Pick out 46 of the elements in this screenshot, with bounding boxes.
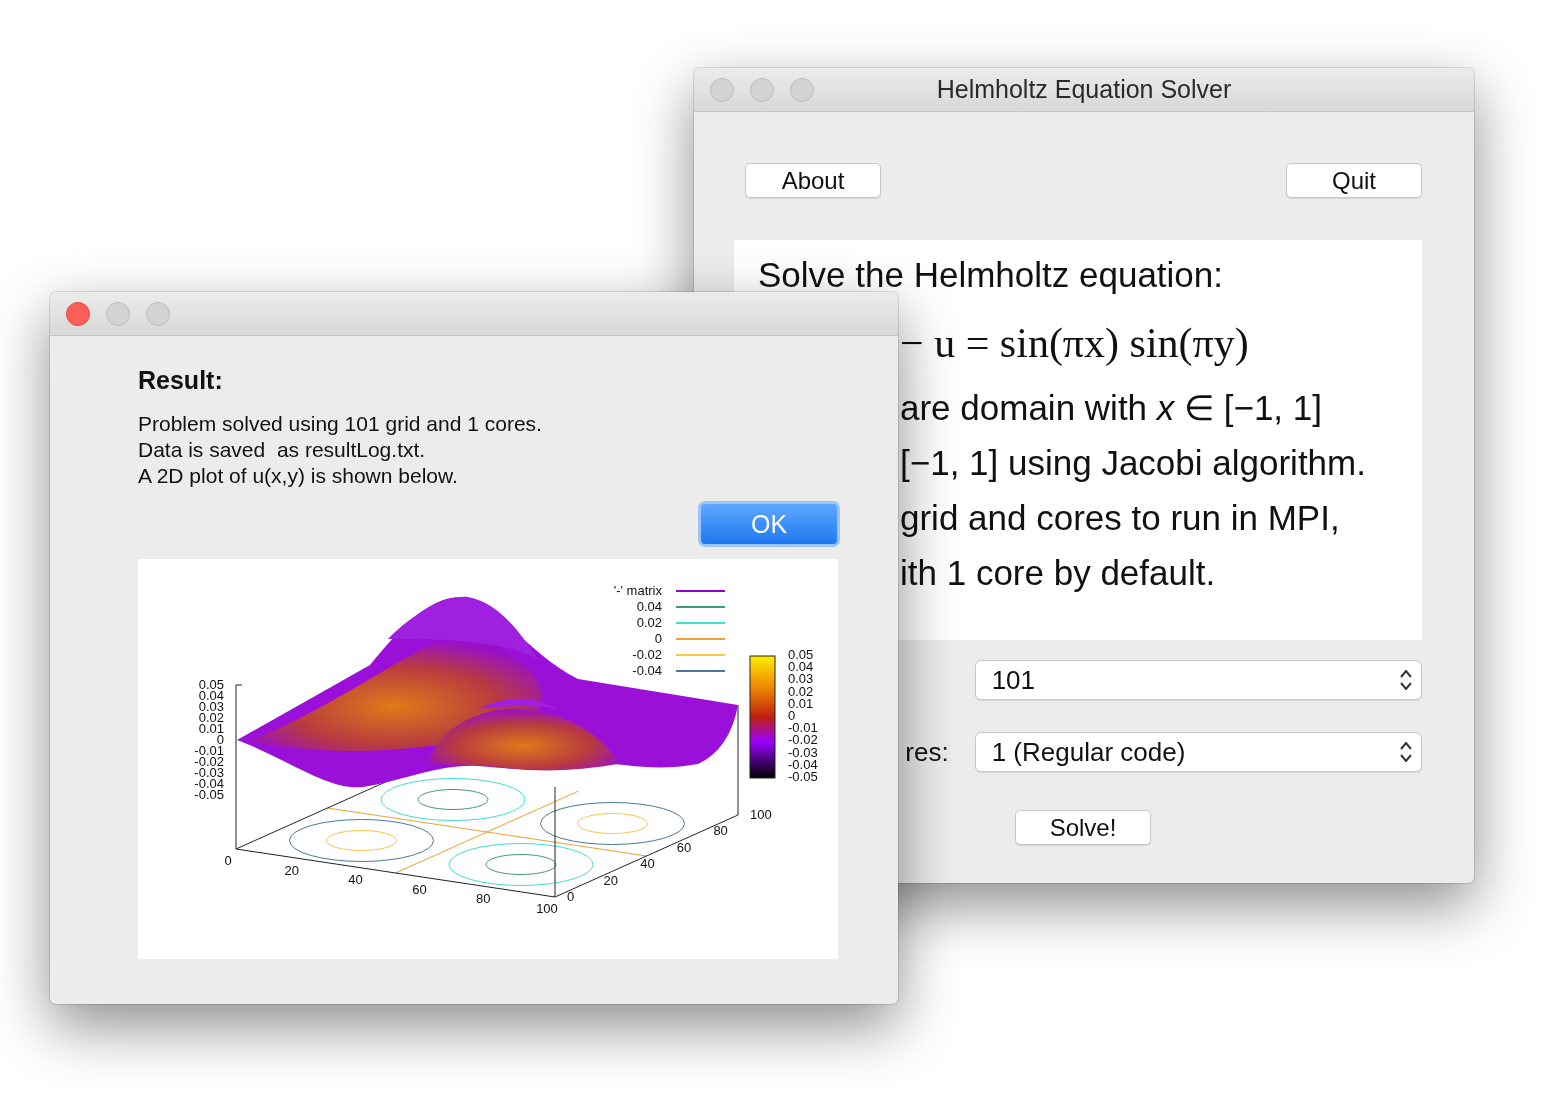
result-heading: Result: [138,366,223,395]
x-axis-label: 60 [412,881,427,897]
legend-label: 0.02 [636,615,662,630]
y-axis-label: 20 [603,872,619,888]
y-axis-label: 100 [750,807,772,822]
legend-label: 0 [654,631,662,646]
close-button[interactable] [710,78,734,102]
about-button[interactable]: About [745,163,881,198]
field-label: res: [905,736,949,768]
zoom-button[interactable] [790,78,814,102]
x-axis-label: 20 [284,862,300,878]
window-title: Helmholtz Equation Solver [936,75,1232,104]
select-field[interactable]: 101 [974,660,1422,700]
message-line: A 2D plot of u(x,y) is shown below. [138,463,458,489]
colorbar-label: 0 [788,708,796,723]
select-field[interactable]: 1 (Regular code) [974,732,1422,772]
legend-label: -0.02 [632,647,662,662]
stepper-icon [1399,668,1413,692]
description-line: ith 1 core by default. [900,552,1216,594]
zoom-button[interactable] [146,302,170,326]
x-axis-label: 40 [348,872,363,888]
legend-label: -0.04 [632,663,662,678]
y-axis-label: 60 [676,839,692,855]
y-axis-label: 0 [567,889,575,904]
legend-label: 0.04 [636,599,662,614]
equation-text: − u = sin(πx) sin(πy) [900,319,1249,368]
colorbar-label: 0.05 [788,647,814,662]
legend-label: '-' matrix [613,583,662,598]
y-axis-label: 80 [713,823,728,839]
stepper-icon [1399,740,1413,764]
x-axis-label: 0 [224,853,232,868]
message-line: Problem solved using 101 grid and 1 cores. [138,411,542,437]
description-line: [−1, 1] using Jacobi algorithm. [900,442,1366,484]
quit-button[interactable]: Quit [1286,163,1422,198]
solve-button[interactable]: Solve! [1015,810,1151,845]
minimize-button[interactable] [106,302,130,326]
x-axis-label: 100 [536,901,558,916]
description-line: grid and cores to run in MPI, [900,497,1340,539]
description-line: are domain with x ∈ [−1, 1] [900,387,1322,429]
y-axis-label: 40 [640,856,655,872]
message-line: Data is saved as resultLog.txt. [138,437,426,463]
close-button[interactable] [66,302,90,326]
x-axis-label: 80 [475,891,491,907]
colorbar-label: -0.05 [788,769,818,784]
description-heading: Solve the Helmholtz equation: [758,254,1223,296]
minimize-button[interactable] [750,78,774,102]
